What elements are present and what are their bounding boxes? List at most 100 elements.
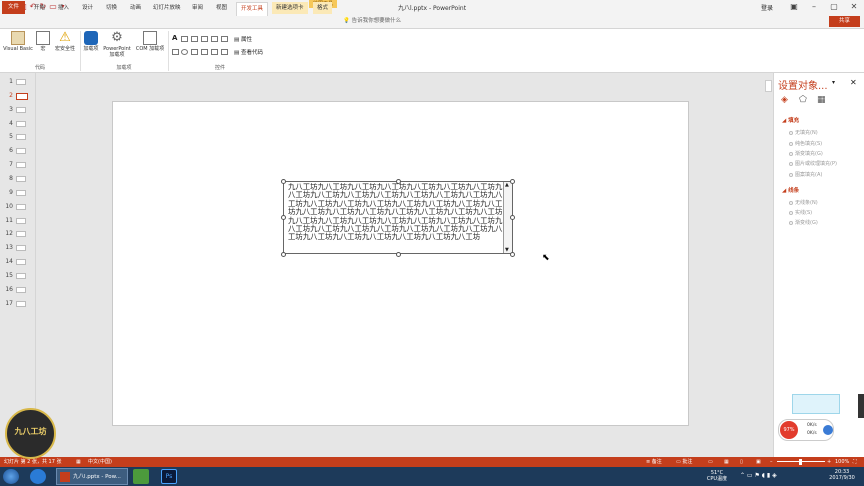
line-option-none[interactable]: 无线条(N)	[789, 199, 818, 206]
scrollbar-control-icon[interactable]	[211, 36, 218, 42]
image-control-icon[interactable]	[201, 36, 208, 42]
button-control-icon[interactable]	[191, 36, 198, 42]
slide-thumbnail[interactable]	[16, 93, 28, 100]
line-option-solid[interactable]: 实线(S)	[789, 209, 812, 216]
spellcheck-icon[interactable]: ▦	[76, 457, 81, 467]
fill-option-gradient[interactable]: 渐变填充(G)	[789, 150, 823, 157]
textbox-control-icon[interactable]	[181, 36, 188, 42]
slide-thumbnail[interactable]	[16, 204, 26, 210]
size-properties-tab-icon[interactable]: ▦	[817, 95, 826, 105]
visual-basic-button[interactable]: Visual Basic	[2, 31, 34, 52]
fill-option-pattern[interactable]: 图案填充(A)	[789, 171, 822, 178]
powerpoint-taskbar-button[interactable]: 九八l.pptx - Pow...	[56, 468, 128, 485]
tab-design[interactable]: 设计	[78, 2, 97, 14]
slide-thumbnail[interactable]	[16, 79, 26, 85]
slide-thumbnail[interactable]	[16, 245, 26, 251]
resize-handle[interactable]	[510, 179, 515, 184]
scrolling-textbox[interactable]: 九八工坊九八工坊九八工坊九八工坊九八工坊九八工坊九八工坊九八工坊九八工坊九八工坊…	[283, 181, 513, 254]
effects-tab-icon[interactable]: ⬠	[799, 95, 807, 105]
fill-option-picture[interactable]: 图片或纹理填充(P)	[789, 160, 837, 167]
tab-view[interactable]: 视图	[212, 2, 231, 14]
restore-icon[interactable]: ▢	[824, 0, 844, 14]
slide-thumbnail[interactable]	[16, 273, 26, 279]
scroll-down-icon[interactable]: ▼	[505, 247, 509, 253]
slide-thumbnail[interactable]	[16, 190, 26, 196]
combobox-control-icon[interactable]	[191, 49, 198, 55]
share-button[interactable]: 共享	[829, 16, 860, 27]
comments-button[interactable]: ▭ 批注	[676, 457, 692, 467]
resize-handle[interactable]	[510, 252, 515, 257]
line-option-gradient[interactable]: 渐变线(G)	[789, 219, 818, 226]
fill-section-header[interactable]: ◢ 填充	[782, 116, 799, 124]
listbox-control-icon[interactable]	[201, 49, 208, 55]
slide-thumbnail[interactable]	[16, 176, 26, 182]
tab-home[interactable]: 开始	[30, 2, 49, 14]
sign-in-link[interactable]: 登录	[761, 3, 773, 12]
resize-handle[interactable]	[510, 215, 515, 220]
slide-thumbnail[interactable]	[16, 148, 26, 154]
com-addins-button[interactable]: COM 加载项	[134, 31, 166, 52]
checkbox-control-icon[interactable]	[172, 49, 179, 55]
slide-thumbnail[interactable]	[16, 134, 26, 140]
radio-control-icon[interactable]	[181, 49, 188, 55]
macro-button[interactable]: 宏	[36, 31, 50, 52]
resize-handle[interactable]	[396, 252, 401, 257]
fill-option-solid[interactable]: 纯色填充(S)	[789, 140, 822, 147]
tray-icons[interactable]: ⌃ ▭ ⚑ ◖ ▮ ◈	[740, 472, 777, 479]
tab-file[interactable]: 文件	[2, 1, 26, 14]
macro-security-button[interactable]: ⚠ 宏安全性	[52, 31, 78, 53]
slide-thumbnail[interactable]	[16, 231, 26, 237]
system-clock[interactable]: 20:33 2017/9/30	[823, 469, 861, 481]
tab-slideshow[interactable]: 幻灯片放映	[149, 2, 185, 14]
tab-transitions[interactable]: 切换	[102, 2, 121, 14]
tell-me-search[interactable]: 💡 告诉我你想要做什么	[343, 16, 401, 27]
fit-slide-icon[interactable]: ⛶	[853, 457, 857, 467]
ppt-addins-button[interactable]: ⚙ PowerPoint 加载项	[101, 31, 133, 59]
zoom-in-button[interactable]: +	[827, 457, 831, 467]
pane-close-icon[interactable]: ✕	[850, 78, 857, 87]
slide-thumbnail[interactable]	[16, 121, 26, 127]
slide-thumbnail[interactable]	[16, 259, 26, 265]
minimize-icon[interactable]: –	[804, 0, 824, 14]
browser-icon[interactable]	[30, 469, 46, 484]
app-icon[interactable]	[133, 469, 149, 484]
photoshop-icon[interactable]: Ps	[161, 469, 177, 484]
fill-line-tab-icon[interactable]: ◈	[781, 95, 788, 105]
resize-handle[interactable]	[281, 252, 286, 257]
zoom-out-button[interactable]: –	[770, 457, 773, 467]
slide-thumbnail[interactable]	[16, 301, 26, 307]
start-button-icon[interactable]	[3, 469, 19, 484]
ribbon-options-icon[interactable]: ▣	[784, 0, 804, 14]
line-section-header[interactable]: ◢ 线条	[782, 186, 799, 194]
fill-option-none[interactable]: 无填充(N)	[789, 129, 818, 136]
side-scroll-tab[interactable]	[858, 394, 864, 418]
zoom-level[interactable]: 100%	[835, 457, 849, 467]
slide-thumbnail[interactable]	[16, 287, 26, 293]
tab-new[interactable]: 新建选项卡	[272, 2, 308, 14]
tab-format[interactable]: 格式	[313, 2, 333, 14]
slide-thumbnail[interactable]	[16, 107, 26, 113]
sorter-view-icon[interactable]: ▦	[724, 457, 729, 467]
zoom-slider-thumb[interactable]	[799, 459, 802, 465]
spin-control-icon[interactable]	[221, 36, 228, 42]
slide-thumbnail[interactable]	[16, 218, 26, 224]
resize-handle[interactable]	[281, 215, 286, 220]
slideshow-view-icon[interactable]: ▣	[756, 457, 761, 467]
tab-insert[interactable]: 插入	[54, 2, 73, 14]
tab-review[interactable]: 审阅	[188, 2, 207, 14]
addins-button[interactable]: 加载项	[82, 31, 100, 52]
notes-button[interactable]: ≡ 备注	[646, 457, 662, 467]
label-control-icon[interactable]: A	[172, 34, 177, 42]
properties-button[interactable]: ▤ 属性	[234, 35, 252, 43]
toggle-control-icon[interactable]	[211, 49, 218, 55]
tab-developer[interactable]: 开发工具	[236, 2, 269, 16]
slide-canvas[interactable]	[112, 101, 689, 426]
view-code-button[interactable]: ▤ 查看代码	[234, 48, 263, 56]
widget-banner[interactable]	[792, 394, 840, 414]
slide-thumbnail[interactable]	[16, 162, 26, 168]
resize-handle[interactable]	[396, 179, 401, 184]
tab-animations[interactable]: 动画	[126, 2, 145, 14]
reading-view-icon[interactable]: ▯	[740, 457, 743, 467]
normal-view-icon[interactable]: ▭	[708, 457, 713, 467]
more-controls-icon[interactable]	[221, 49, 228, 55]
